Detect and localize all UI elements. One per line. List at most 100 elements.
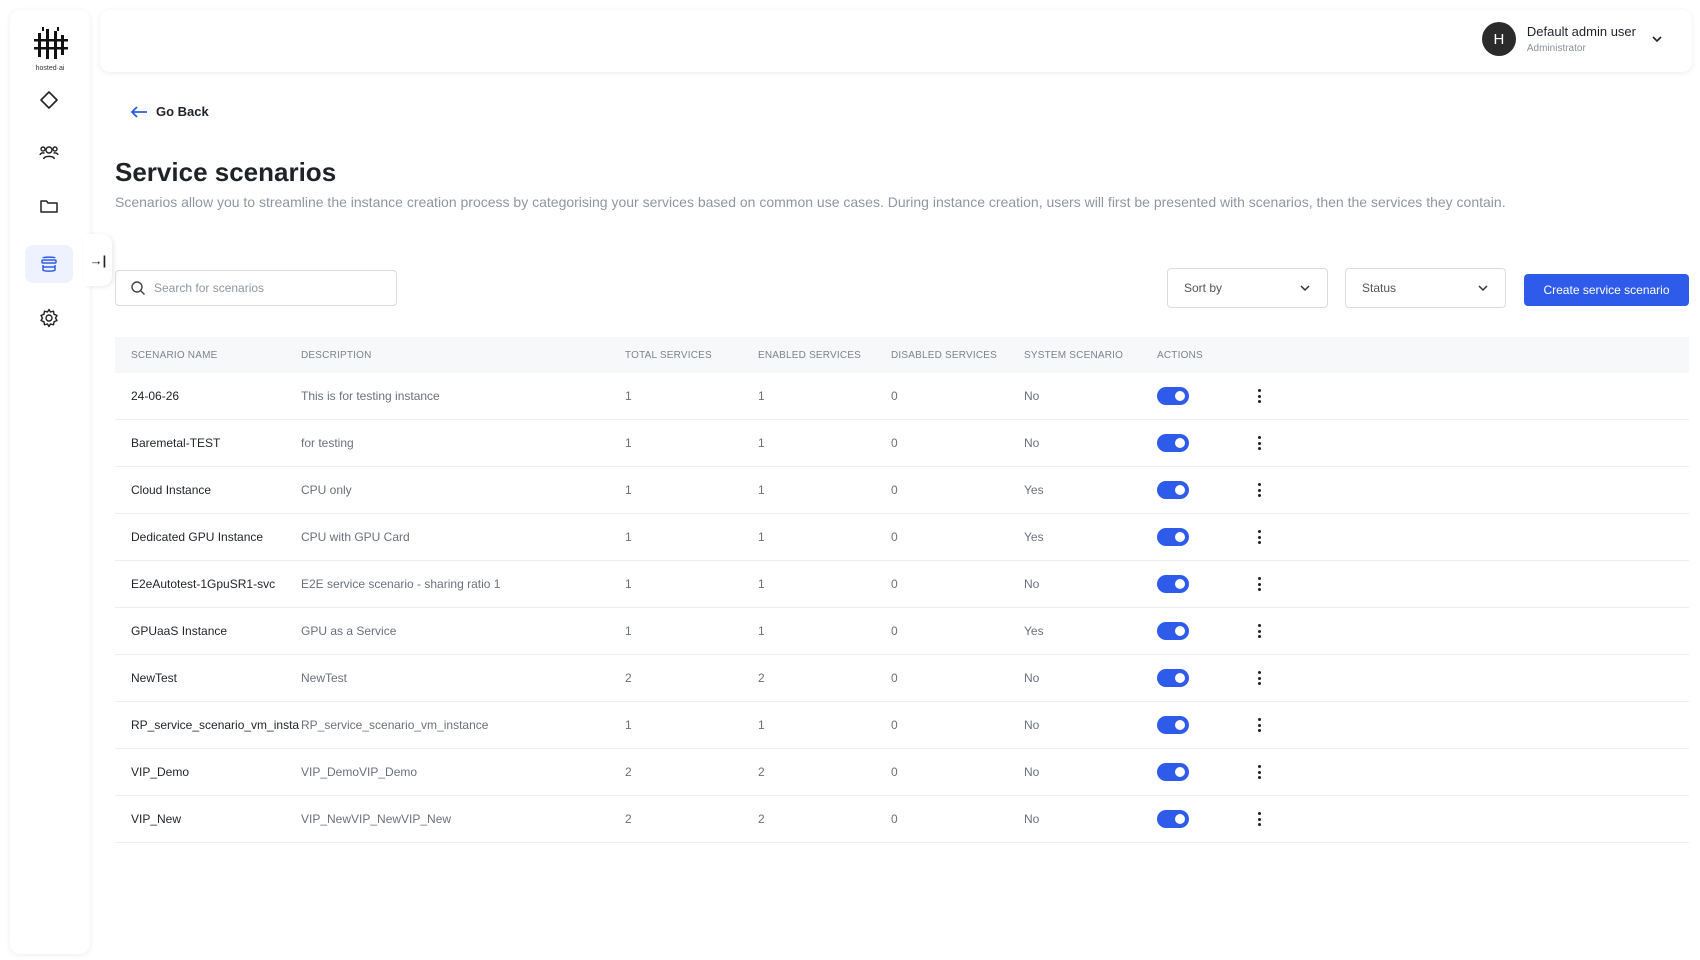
- go-back-label: Go Back: [156, 104, 209, 119]
- chevron-down-icon: [1478, 285, 1488, 292]
- cell-description: E2E service scenario - sharing ratio 1: [301, 577, 501, 591]
- go-back-link[interactable]: Go Back: [130, 104, 209, 119]
- cell-actions: [1157, 716, 1357, 734]
- top-header: H Default admin user Administrator: [100, 10, 1692, 72]
- status-toggle[interactable]: [1157, 575, 1189, 593]
- status-toggle[interactable]: [1157, 622, 1189, 640]
- cell-total-services: 2: [625, 812, 632, 826]
- sidebar-item-settings[interactable]: [25, 299, 73, 337]
- status-toggle[interactable]: [1157, 387, 1189, 405]
- status-toggle[interactable]: [1157, 434, 1189, 452]
- column-header-disabled: DISABLED SERVICES: [891, 349, 998, 361]
- sidebar-item-dashboard[interactable]: [25, 81, 73, 119]
- column-header-actions: ACTIONS: [1157, 349, 1203, 361]
- table-row[interactable]: 24-06-26 This is for testing instance 1 1 0 N…: [115, 373, 1689, 420]
- cell-name: NewTest: [131, 671, 178, 685]
- cell-total-services: 1: [625, 624, 632, 638]
- table-row[interactable]: Cloud Instance CPU only 1 1 0 Yes: [115, 467, 1689, 514]
- gear-icon: [40, 308, 58, 328]
- cell-actions: [1157, 622, 1357, 640]
- status-toggle[interactable]: [1157, 528, 1189, 546]
- table-row[interactable]: Dedicated GPU Instance CPU with GPU Card 1…: [115, 514, 1689, 561]
- cell-system-scenario: Yes: [1024, 530, 1044, 544]
- status-toggle[interactable]: [1157, 481, 1189, 499]
- cell-actions: [1157, 763, 1357, 781]
- cell-name: Cloud Instance: [131, 483, 212, 497]
- status-toggle[interactable]: [1157, 763, 1189, 781]
- cell-description: NewTest: [301, 671, 348, 685]
- search-box[interactable]: [115, 270, 397, 306]
- cell-disabled-services: 0: [891, 718, 898, 732]
- more-options-icon[interactable]: [1257, 483, 1261, 497]
- table-row[interactable]: VIP_New VIP_NewVIP_NewVIP_New 2 2 0 No: [115, 796, 1689, 843]
- table-row[interactable]: E2eAutotest-1GpuSR1-svc E2E service scena…: [115, 561, 1689, 608]
- status-label: Status: [1362, 281, 1397, 295]
- cell-name: Dedicated GPU Instance: [131, 530, 264, 544]
- cell-description: VIP_NewVIP_NewVIP_New: [301, 812, 452, 826]
- cell-enabled-services: 1: [758, 718, 765, 732]
- status-select[interactable]: Status: [1345, 268, 1506, 308]
- more-options-icon[interactable]: [1257, 624, 1261, 638]
- cell-description: for testing: [301, 436, 354, 450]
- search-input[interactable]: [154, 281, 384, 295]
- page-title: Service scenarios: [115, 157, 337, 187]
- more-options-icon[interactable]: [1257, 436, 1261, 450]
- cell-enabled-services: 1: [758, 530, 765, 544]
- cell-system-scenario: No: [1024, 436, 1040, 450]
- cell-disabled-services: 0: [891, 765, 898, 779]
- cell-actions: [1157, 387, 1357, 405]
- cell-disabled-services: 0: [891, 624, 898, 638]
- more-options-icon[interactable]: [1257, 530, 1261, 544]
- sort-by-select[interactable]: Sort by: [1167, 268, 1328, 308]
- table-row[interactable]: GPUaaS Instance GPU as a Service 1 1 0 Yes: [115, 608, 1689, 655]
- table-row[interactable]: NewTest NewTest 2 2 0 No: [115, 655, 1689, 702]
- table-row[interactable]: Baremetal-TEST for testing 1 1 0 No: [115, 420, 1689, 467]
- table-row[interactable]: VIP_Demo VIP_DemoVIP_Demo 2 2 0 No: [115, 749, 1689, 796]
- user-name: Default admin user: [1526, 24, 1636, 39]
- cell-system-scenario: Yes: [1024, 624, 1044, 638]
- cell-disabled-services: 0: [891, 530, 898, 544]
- cell-actions: [1157, 669, 1357, 687]
- sidebar-item-folders[interactable]: [25, 187, 73, 225]
- cell-description: This is for testing instance: [301, 389, 440, 403]
- users-icon: [39, 146, 59, 160]
- cell-name: VIP_Demo: [131, 765, 190, 779]
- cell-system-scenario: No: [1024, 389, 1040, 403]
- more-options-icon[interactable]: [1257, 718, 1261, 732]
- cell-description: RP_service_scenario_vm_instance: [301, 718, 489, 732]
- cell-total-services: 1: [625, 389, 632, 403]
- page-description: Scenarios allow you to streamline the in…: [115, 194, 1506, 210]
- cell-name: E2eAutotest-1GpuSR1-svc: [131, 577, 276, 591]
- status-toggle[interactable]: [1157, 716, 1189, 734]
- cell-disabled-services: 0: [891, 483, 898, 497]
- cell-name: GPUaaS Instance: [131, 624, 228, 638]
- sidebar-collapse-button[interactable]: →|: [84, 234, 112, 286]
- folder-icon: [40, 200, 58, 213]
- more-options-icon[interactable]: [1257, 389, 1261, 403]
- cell-enabled-services: 2: [758, 765, 765, 779]
- table-body: 24-06-26 This is for testing instance 1 1 0 N…: [115, 373, 1689, 843]
- more-options-icon[interactable]: [1257, 812, 1261, 826]
- cell-description: VIP_DemoVIP_Demo: [301, 765, 418, 779]
- cell-disabled-services: 0: [891, 671, 898, 685]
- cell-description: CPU with GPU Card: [301, 530, 410, 544]
- sidebar: hosted·ai: [10, 10, 90, 954]
- user-menu[interactable]: H Default admin user Administrator: [1481, 22, 1664, 56]
- table-header: SCENARIO NAME DESCRIPTION TOTAL SERVICES…: [115, 337, 1689, 373]
- diamond-icon: [40, 91, 58, 109]
- column-header-name[interactable]: SCENARIO NAME: [115, 350, 300, 361]
- more-options-icon[interactable]: [1257, 577, 1261, 591]
- sidebar-item-scenarios[interactable]: [25, 245, 73, 283]
- logo-icon[interactable]: [30, 25, 70, 65]
- cell-actions: [1157, 810, 1357, 828]
- sidebar-item-users[interactable]: [25, 134, 73, 172]
- status-toggle[interactable]: [1157, 669, 1189, 687]
- column-header-description: DESCRIPTION: [301, 349, 372, 361]
- cell-enabled-services: 1: [758, 577, 765, 591]
- chevron-down-icon[interactable]: [1650, 32, 1664, 46]
- more-options-icon[interactable]: [1257, 671, 1261, 685]
- status-toggle[interactable]: [1157, 810, 1189, 828]
- more-options-icon[interactable]: [1257, 765, 1261, 779]
- table-row[interactable]: RP_service_scenario_vm_instance RP_servic…: [115, 702, 1689, 749]
- create-service-scenario-button[interactable]: Create service scenario: [1524, 274, 1689, 306]
